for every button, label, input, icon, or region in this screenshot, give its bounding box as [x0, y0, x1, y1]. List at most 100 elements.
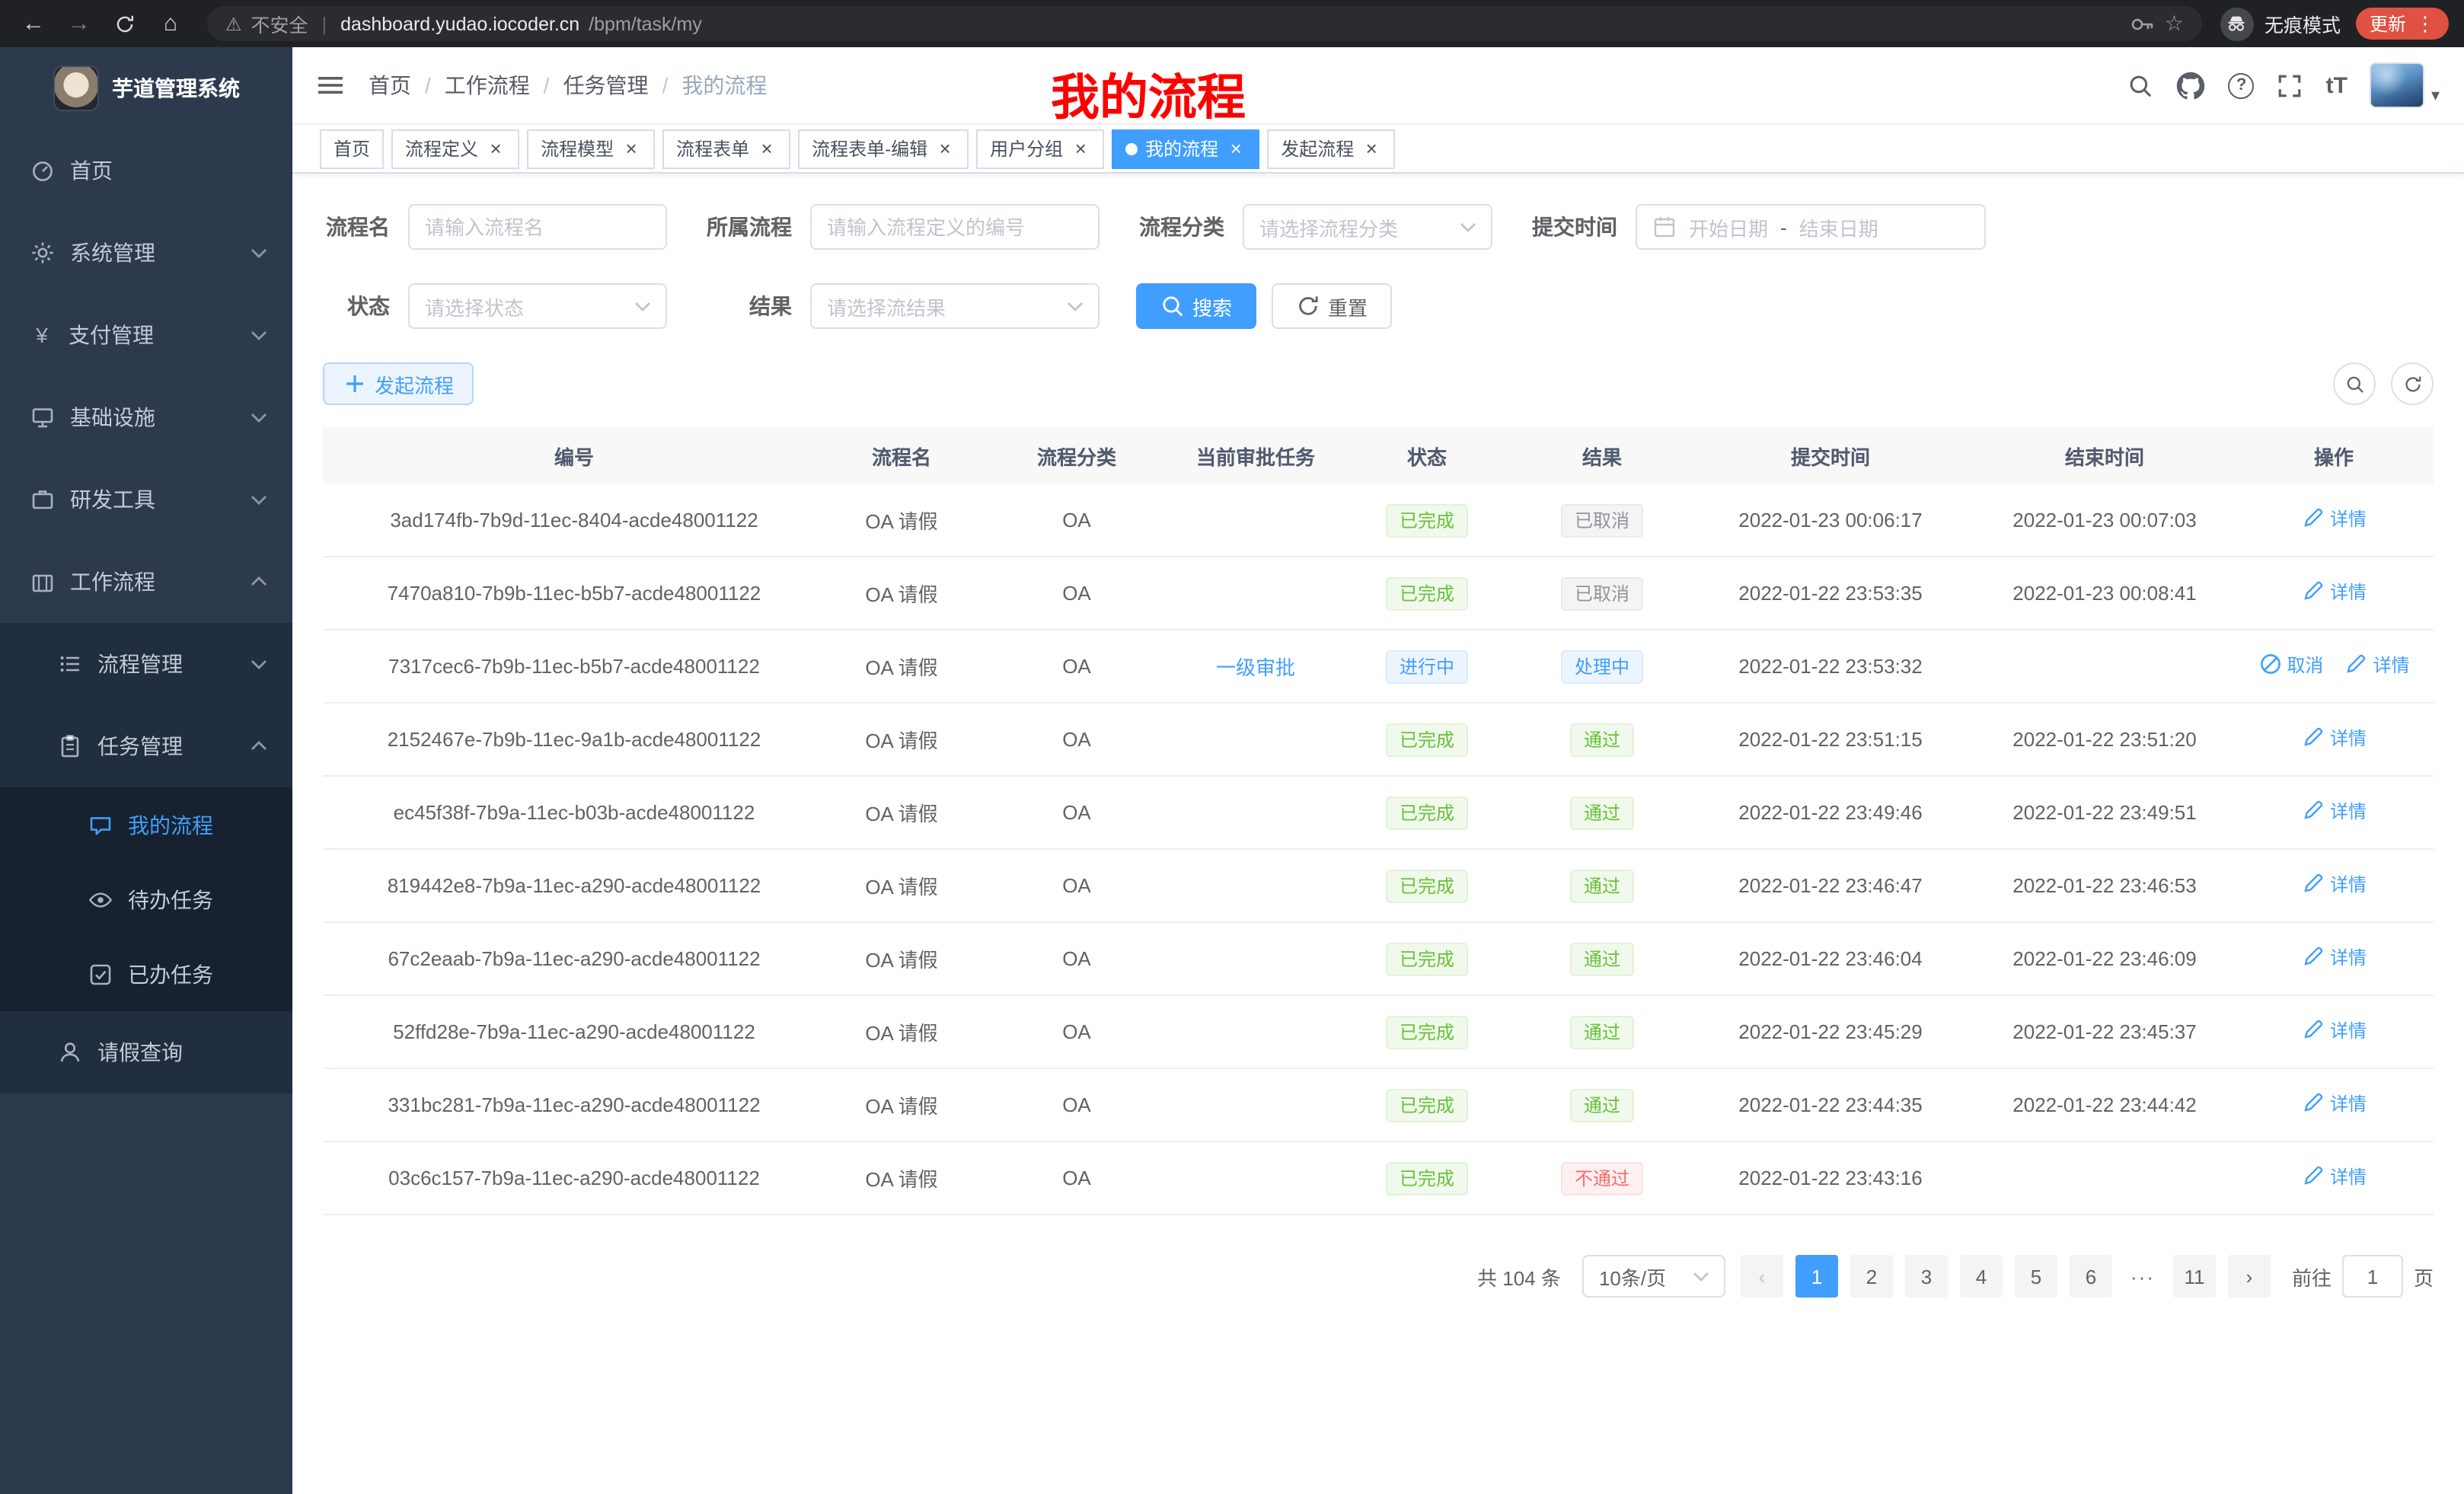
- goto-page-input[interactable]: [2342, 1255, 2403, 1298]
- help-icon[interactable]: ?: [2229, 72, 2255, 98]
- cell-actions: 详情: [2234, 944, 2434, 974]
- reload-button[interactable]: [107, 5, 143, 42]
- sidebar-item-system-management[interactable]: 系统管理: [0, 212, 292, 294]
- github-icon[interactable]: [2177, 71, 2206, 100]
- annotation-title: 我的流程: [1051, 59, 1246, 129]
- current-task-link[interactable]: 一级审批: [1216, 656, 1295, 679]
- process-name-input[interactable]: [408, 204, 667, 250]
- submit-time-range[interactable]: 开始日期 - 结束日期: [1636, 204, 1986, 250]
- back-button[interactable]: ←: [15, 5, 52, 42]
- sidebar-item-task-management[interactable]: 任务管理: [0, 705, 292, 787]
- detail-action[interactable]: 详情: [2344, 652, 2410, 678]
- close-icon[interactable]: ×: [486, 139, 506, 158]
- sidebar-toggle[interactable]: [317, 73, 344, 98]
- sidebar-item-payment-management[interactable]: ¥ 支付管理: [0, 294, 292, 376]
- tab-process-definition[interactable]: 流程定义 ×: [391, 129, 519, 168]
- search-button[interactable]: 搜索: [1136, 283, 1256, 329]
- browser-nav-buttons: ← → ⌂: [15, 5, 189, 42]
- cell-end-time: 2022-01-23 00:07:03: [1975, 509, 2234, 532]
- status-badge: 已完成: [1386, 503, 1468, 537]
- sidebar-item-label: 待办任务: [128, 884, 213, 915]
- detail-action[interactable]: 详情: [2301, 798, 2367, 824]
- page-button-6[interactable]: 6: [2070, 1255, 2112, 1298]
- page-button-3[interactable]: 3: [1905, 1255, 1948, 1298]
- detail-action[interactable]: 详情: [2301, 579, 2367, 605]
- reset-button[interactable]: 重置: [1272, 283, 1392, 329]
- tab-my-process[interactable]: 我的流程 ×: [1112, 129, 1259, 168]
- breadcrumb-separator: /: [425, 73, 431, 97]
- font-size-icon[interactable]: tT: [2326, 72, 2348, 98]
- cell-process-name: OA 请假: [825, 944, 978, 973]
- close-icon[interactable]: ×: [757, 139, 777, 158]
- close-icon[interactable]: ×: [935, 139, 955, 158]
- top-navbar: 首页 / 工作流程 / 任务管理 / 我的流程 ? tT ▾: [292, 47, 2464, 123]
- sidebar-item-my-process[interactable]: 我的流程: [0, 787, 292, 862]
- sidebar-item-home[interactable]: 首页: [0, 129, 292, 212]
- process-table: 编号 流程名 流程分类 当前审批任务 状态 结果 提交时间 结束时间 操作 3a…: [323, 426, 2434, 1215]
- process-definition-input[interactable]: [810, 204, 1100, 250]
- forward-button[interactable]: →: [61, 5, 97, 42]
- next-page-button[interactable]: ›: [2228, 1255, 2271, 1298]
- cell-id: 52ffd28e-7b9a-11ec-a290-acde48001122: [323, 1020, 825, 1043]
- category-select[interactable]: 请选择流程分类: [1243, 204, 1492, 250]
- sidebar-item-process-management[interactable]: 流程管理: [0, 623, 292, 705]
- detail-action[interactable]: 详情: [2301, 1164, 2367, 1189]
- chevron-down-icon: [247, 652, 271, 676]
- detail-action[interactable]: 详情: [2301, 944, 2367, 970]
- status-select[interactable]: 请选择状态: [408, 283, 667, 329]
- page-button-1[interactable]: 1: [1795, 1255, 1838, 1298]
- detail-action[interactable]: 详情: [2301, 1017, 2367, 1043]
- sidebar-item-workflow[interactable]: 工作流程: [0, 541, 292, 623]
- detail-action[interactable]: 详情: [2301, 1090, 2367, 1116]
- sidebar-item-done-tasks[interactable]: 已办任务: [0, 937, 292, 1011]
- gear-icon: [30, 241, 55, 265]
- breadcrumb-workflow[interactable]: 工作流程: [445, 70, 530, 101]
- close-icon[interactable]: ×: [1226, 139, 1246, 158]
- update-button[interactable]: 更新 ⋮: [2356, 8, 2449, 40]
- tab-process-form-edit[interactable]: 流程表单-编辑 ×: [798, 129, 969, 168]
- close-icon[interactable]: ×: [1071, 139, 1090, 158]
- close-icon[interactable]: ×: [1361, 139, 1381, 158]
- prev-page-button[interactable]: ‹: [1741, 1255, 1783, 1298]
- page-button-5[interactable]: 5: [2015, 1255, 2057, 1298]
- refresh-button[interactable]: [2391, 362, 2434, 405]
- page-button-11[interactable]: 11: [2173, 1255, 2216, 1298]
- avatar[interactable]: [2370, 62, 2425, 108]
- create-process-button[interactable]: 发起流程: [323, 362, 474, 405]
- goto-suffix: 页: [2414, 1262, 2434, 1291]
- detail-action[interactable]: 详情: [2301, 725, 2367, 751]
- fullscreen-icon[interactable]: [2277, 72, 2303, 98]
- home-button[interactable]: ⌂: [152, 5, 189, 42]
- result-select[interactable]: 请选择流结果: [810, 283, 1100, 329]
- detail-action[interactable]: 详情: [2301, 871, 2367, 897]
- breadcrumb-home[interactable]: 首页: [369, 70, 411, 101]
- user-menu[interactable]: ▾: [2370, 62, 2440, 108]
- toggle-search-button[interactable]: [2333, 362, 2376, 405]
- tab-start-process[interactable]: 发起流程 ×: [1267, 129, 1395, 168]
- browser-menu-icon[interactable]: ⋮: [2415, 11, 2435, 36]
- page-button-4[interactable]: 4: [1960, 1255, 2003, 1298]
- cancel-icon: [2258, 653, 2282, 677]
- page-size-select[interactable]: 10条/页: [1582, 1255, 1725, 1298]
- cancel-action[interactable]: 取消: [2258, 652, 2323, 678]
- sidebar-item-leave-query[interactable]: 请假查询: [0, 1011, 292, 1093]
- cell-process-name: OA 请假: [825, 725, 978, 754]
- sidebar-item-infrastructure[interactable]: 基础设施: [0, 376, 292, 458]
- sidebar-item-todo-tasks[interactable]: 待办任务: [0, 862, 292, 937]
- incognito-label: 无痕模式: [2265, 9, 2341, 38]
- browser-chrome: ← → ⌂ ⚠ 不安全 | dashboard.yudao.iocoder.cn…: [0, 0, 2464, 47]
- tab-user-group[interactable]: 用户分组 ×: [976, 129, 1104, 168]
- more-pages[interactable]: ···: [2124, 1265, 2161, 1288]
- tab-process-model[interactable]: 流程模型 ×: [527, 129, 655, 168]
- tab-home[interactable]: 首页: [320, 129, 384, 168]
- tab-process-form[interactable]: 流程表单 ×: [662, 129, 790, 168]
- page-button-2[interactable]: 2: [1850, 1255, 1893, 1298]
- password-key-icon[interactable]: [2131, 11, 2156, 36]
- close-icon[interactable]: ×: [621, 139, 641, 158]
- bookmark-star-icon[interactable]: ☆: [2165, 11, 2184, 37]
- address-bar[interactable]: ⚠ 不安全 | dashboard.yudao.iocoder.cn/bpm/t…: [207, 6, 2202, 41]
- search-icon[interactable]: [2128, 72, 2154, 98]
- detail-action[interactable]: 详情: [2301, 506, 2367, 532]
- breadcrumb-task-management[interactable]: 任务管理: [563, 70, 649, 101]
- sidebar-item-dev-tools[interactable]: 研发工具: [0, 458, 292, 541]
